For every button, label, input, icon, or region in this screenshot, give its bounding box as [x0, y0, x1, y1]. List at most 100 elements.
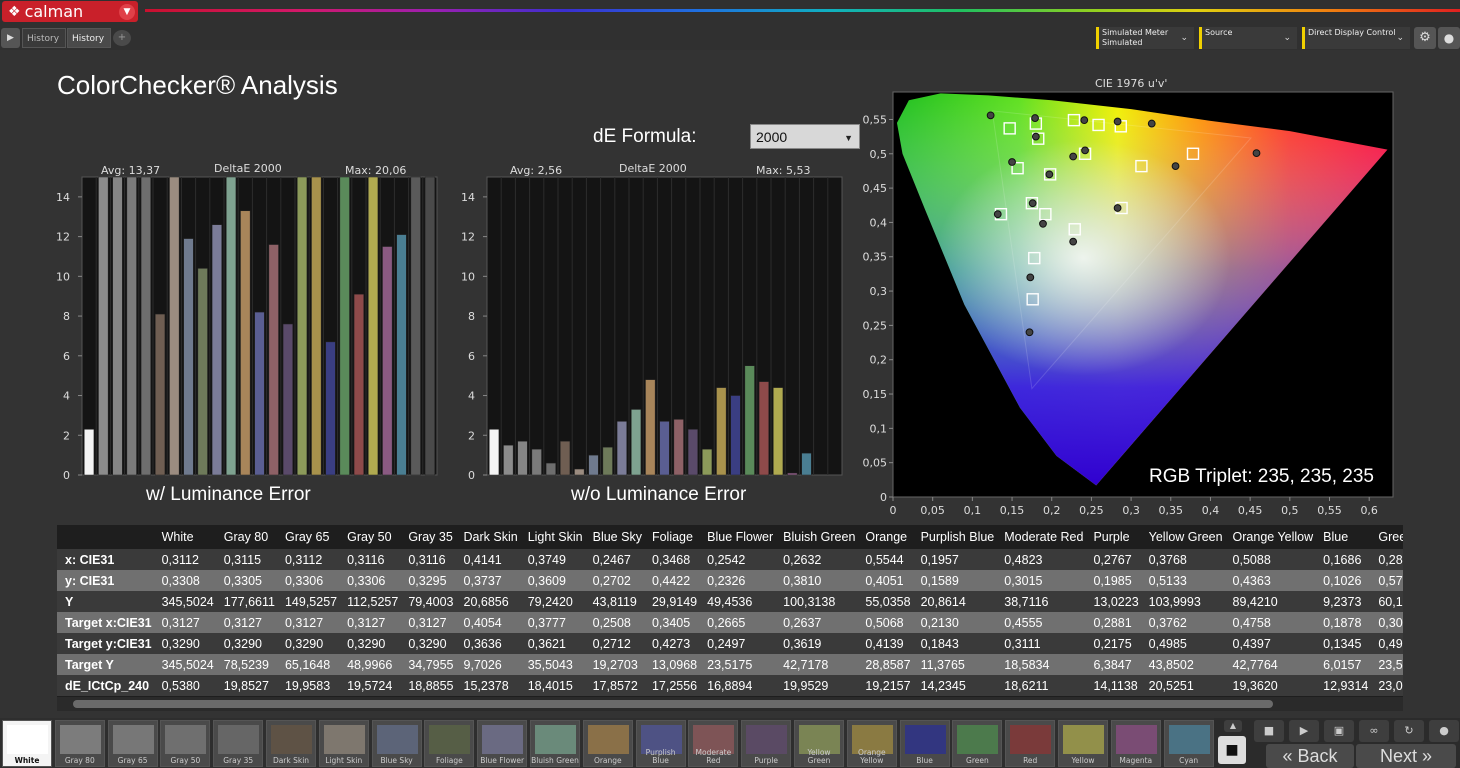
stop-icon[interactable]: ■ [1254, 720, 1284, 742]
table-corner-cell [57, 525, 158, 549]
direct-display-control-dropdown[interactable]: Direct Display Control ⌄ [1302, 27, 1410, 49]
table-column-header[interactable]: Blue Flower [703, 525, 780, 549]
table-column-header[interactable]: Orange [861, 525, 917, 549]
chart1-caption: w/ Luminance Error [146, 484, 311, 505]
next-button[interactable]: Next » [1356, 744, 1456, 768]
table-column-header[interactable]: Gray 65 [280, 525, 344, 549]
table-column-header[interactable]: Gray 80 [219, 525, 281, 549]
record-icon[interactable]: ● [1429, 720, 1459, 742]
cie-measured-point [1025, 328, 1034, 337]
table-cell: 35,5043 [523, 654, 589, 675]
tab-history-2[interactable]: History 2 [67, 28, 111, 64]
refresh-icon[interactable]: ↻ [1394, 720, 1424, 742]
play-icon[interactable]: ▶ [1289, 720, 1319, 742]
table-column-header[interactable]: Green [1374, 525, 1403, 549]
add-tab-icon[interactable]: + [113, 30, 131, 46]
patch-swatch-light-skin[interactable]: Light Skin [318, 720, 369, 767]
chart1-bar-green [339, 176, 350, 476]
meter-dropdown[interactable]: Simulated Meter Simulated ⌄ [1096, 27, 1194, 49]
top-bar [0, 0, 1460, 24]
tab-history-1[interactable]: History 1 [22, 28, 66, 64]
table-column-header[interactable]: Light Skin [523, 525, 589, 549]
patch-swatch-dark-skin[interactable]: Dark Skin [266, 720, 316, 767]
chevron-down-icon[interactable]: ▼ [119, 3, 135, 20]
cie-measured-point [1008, 158, 1016, 166]
patch-swatch-cyan[interactable]: Cyan [1163, 720, 1214, 767]
app-name: calman [24, 2, 84, 21]
swatch-label: Yellow Green [807, 748, 831, 765]
patch-swatch-red[interactable]: Red [1005, 720, 1056, 767]
table-cell: 42,7178 [779, 654, 862, 675]
source-dropdown[interactable]: Source ⌄ [1199, 27, 1297, 49]
patch-swatch-yellow[interactable]: Yellow [1058, 720, 1108, 767]
table-horizontal-scrollbar[interactable] [57, 697, 1403, 711]
patch-swatch-yellow-green[interactable]: Yellow Green [794, 720, 844, 767]
table-column-header[interactable]: Gray 50 [343, 525, 405, 549]
table-cell: 17,2556 [647, 675, 704, 696]
patch-swatch-blue[interactable]: Blue [899, 720, 950, 767]
swatch-color [535, 725, 576, 754]
patch-swatch-orange-yellow[interactable]: Orange Yellow [846, 720, 897, 767]
patch-swatch-foliage[interactable]: Foliage [424, 720, 475, 767]
patch-swatch-green[interactable]: Green [952, 720, 1003, 767]
table-column-header[interactable]: Dark Skin [459, 525, 524, 549]
cie-measured-point [1028, 199, 1037, 208]
table-cell: 78,5239 [219, 654, 281, 675]
loop-icon[interactable]: ∞ [1359, 720, 1389, 742]
stop-square-icon[interactable]: ■ [1218, 736, 1246, 764]
table-cell: 100,3138 [779, 591, 862, 612]
patch-swatch-blue-flower[interactable]: Blue Flower [477, 720, 528, 767]
patch-swatch-blue-sky[interactable]: Blue Sky [371, 720, 422, 767]
calman-logo-menu[interactable]: ❖ calman ▼ [2, 1, 138, 22]
table-cell: 149,5257 [280, 591, 344, 612]
swatch-label: White [14, 756, 40, 765]
table-column-header[interactable]: Yellow Green [1144, 525, 1229, 549]
patch-swatch-orange[interactable]: Orange [582, 720, 633, 767]
chart1-bar-orange [240, 210, 251, 476]
table-column-header[interactable]: Blue Sky [588, 525, 648, 549]
back-button[interactable]: « Back [1266, 744, 1354, 768]
patch-swatch-purple[interactable]: Purple [741, 720, 792, 767]
chart1-ytick-label: 6 [63, 350, 70, 363]
patch-swatch-white[interactable]: White [2, 720, 52, 767]
table-column-header[interactable]: Purple [1089, 525, 1145, 549]
table-cell: 345,5024 [157, 591, 220, 612]
chart1-bar-gray-20 [410, 176, 421, 476]
table-cell: 0,4141 [459, 549, 524, 570]
table-cell: 0,2767 [1089, 549, 1145, 570]
back-arrow-icon: « [1282, 746, 1293, 766]
table-column-header[interactable]: Foliage [647, 525, 704, 549]
table-cell: 19,2157 [861, 675, 917, 696]
swatch-label: Moderate Red [695, 748, 732, 765]
patch-swatch-bluish-green[interactable]: Bluish Green [530, 720, 580, 767]
patch-swatch-gray-50[interactable]: Gray 50 [160, 720, 211, 767]
scroll-up-icon[interactable]: ▲ [1224, 720, 1242, 732]
patch-swatch-moderate-red[interactable]: Moderate Red [688, 720, 739, 767]
patch-swatch-purplish-blue[interactable]: Purplish Blue [635, 720, 686, 767]
table-column-header[interactable]: Gray 35 [404, 525, 460, 549]
save-icon[interactable]: ▣ [1324, 720, 1354, 742]
cie-measured-point [1031, 114, 1039, 122]
table-cell: 0,3290 [157, 633, 220, 654]
patch-swatch-gray-80[interactable]: Gray 80 [54, 720, 105, 767]
table-row-header: Target x:CIE31 [57, 612, 158, 633]
table-column-header[interactable]: Orange Yellow [1228, 525, 1320, 549]
table-column-header[interactable]: Blue [1319, 525, 1375, 549]
chart1-bar-dark-skin [155, 313, 166, 476]
patch-swatch-gray-65[interactable]: Gray 65 [107, 720, 158, 767]
play-arrow-icon[interactable]: ▶ [1, 28, 20, 48]
patch-swatch-magenta[interactable]: Magenta [1110, 720, 1161, 767]
table-column-header[interactable]: Moderate Red [1000, 525, 1090, 549]
table-column-header[interactable]: White [157, 525, 220, 549]
patch-swatch-gray-35[interactable]: Gray 35 [213, 720, 264, 767]
gear-icon[interactable]: ⚙ [1414, 27, 1436, 49]
table-column-header[interactable]: Purplish Blue [916, 525, 1001, 549]
scrollbar-thumb[interactable] [73, 700, 1273, 708]
swatch-label: Cyan [1179, 756, 1199, 765]
de-formula-select[interactable]: 2000 ▼ [750, 124, 860, 149]
swatch-label: Purplish Blue [645, 748, 676, 765]
table-cell: 0,3762 [1144, 612, 1229, 633]
table-column-header[interactable]: Bluish Green [779, 525, 862, 549]
chart1-bar-moderate-red [268, 244, 279, 476]
record-icon[interactable]: ● [1438, 27, 1460, 49]
